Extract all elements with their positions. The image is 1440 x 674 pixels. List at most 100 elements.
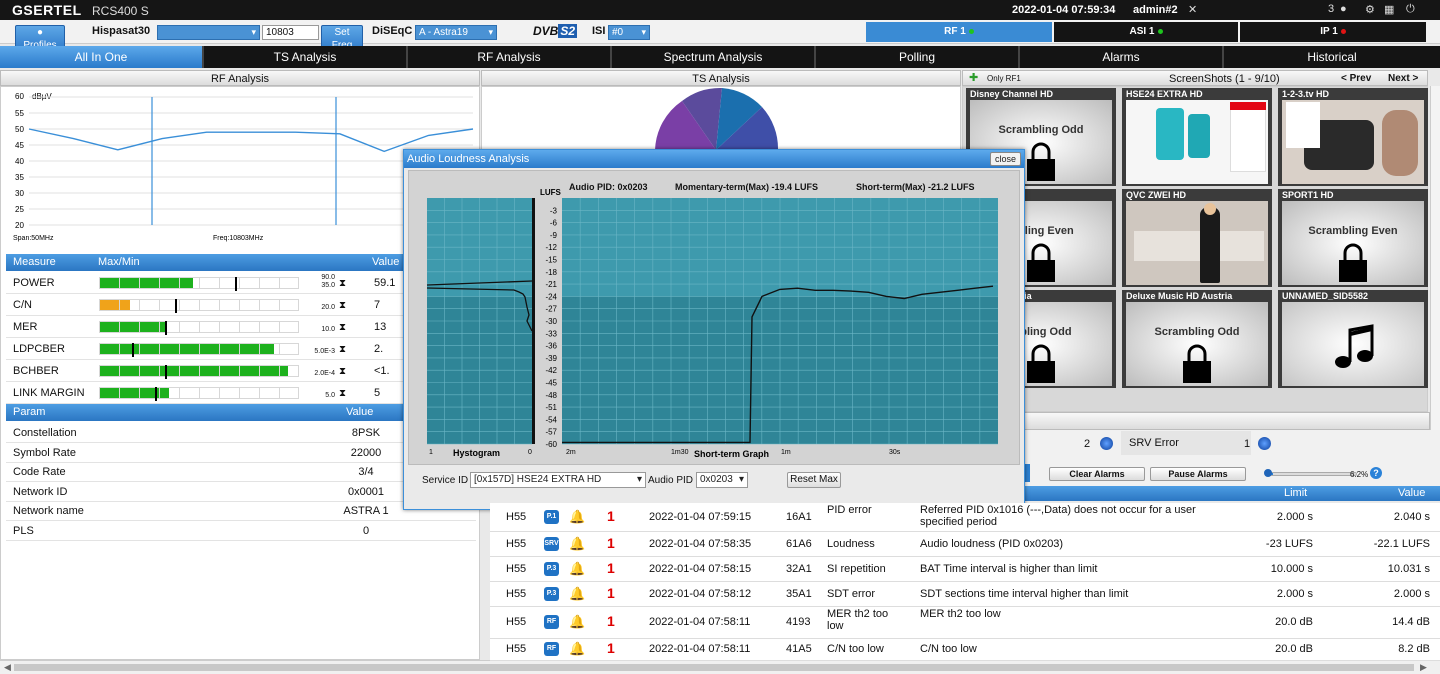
- alarm-progress-handle[interactable]: [1264, 469, 1272, 477]
- prev-link[interactable]: < Prev: [1341, 71, 1371, 87]
- rf-freq: Freq:10803MHz: [213, 235, 264, 242]
- clear-alarms-button[interactable]: Clear Alarms: [1049, 467, 1145, 481]
- reset-minmax-icon[interactable]: ⧗: [339, 295, 346, 316]
- tab-asi1-label: ASI 1: [1129, 26, 1155, 37]
- reset-minmax-icon[interactable]: ⧗: [339, 361, 346, 382]
- music-note-icon: [1335, 324, 1374, 368]
- meter-tick: [119, 322, 120, 332]
- param-name: Symbol Rate: [13, 446, 76, 459]
- chevron-down-icon: ▾: [636, 474, 642, 485]
- param-name: Network ID: [13, 485, 68, 498]
- tab-asi1[interactable]: ASI 1: [1054, 22, 1238, 42]
- alarm-type: SI repetition: [827, 563, 886, 575]
- screenshot-thumb[interactable]: 1-2-3.tv HD: [1278, 88, 1428, 186]
- tab-rf1[interactable]: RF 1: [866, 22, 1052, 42]
- diseqc-select[interactable]: A - Astra19: [415, 25, 497, 40]
- scroll-left-icon[interactable]: ◀: [4, 662, 11, 673]
- reset-minmax-icon[interactable]: ⧗: [339, 339, 346, 360]
- alarm-row[interactable]: H55 P.1 🔔 1 2022-01-04 07:59:15 16A1 PID error…: [490, 503, 1440, 532]
- meter-tick: [119, 366, 120, 376]
- only-rf-icon[interactable]: ✚: [969, 70, 978, 86]
- meter-tick: [139, 278, 140, 288]
- reset-minmax-icon[interactable]: ⧗: [339, 273, 346, 294]
- measure-name: LDPCBER: [13, 343, 65, 355]
- lufs-tick: -57: [545, 428, 557, 437]
- print-icon[interactable]: ▦: [1384, 3, 1394, 16]
- horizontal-scrollbar[interactable]: ◀ ▶: [0, 660, 1440, 674]
- screens-scrollbar[interactable]: [1430, 86, 1440, 441]
- hist-right-label: 0: [528, 449, 532, 456]
- param-header: Param Value: [6, 404, 408, 421]
- graph-x-label: 1m30: [671, 449, 689, 456]
- screenshot-thumb[interactable]: HSE24 EXTRA HD: [1122, 88, 1272, 186]
- tab-ip1[interactable]: IP 1: [1240, 22, 1426, 42]
- meter-tick: [239, 300, 240, 310]
- alarm-description: Referred PID 0x1016 (---,Data) does not …: [920, 504, 1196, 528]
- nav-all-in-one[interactable]: All In One: [0, 46, 204, 68]
- screenshot-thumb[interactable]: QVC ZWEI HD: [1122, 189, 1272, 287]
- screens-title-bar: ✚ Only RF1 ScreenShots (1 - 9/10) < Prev…: [962, 70, 1428, 86]
- nav-alarms[interactable]: Alarms: [1020, 46, 1224, 68]
- alarm-type: SDT error: [827, 588, 876, 600]
- scroll-thumb[interactable]: [14, 664, 1414, 671]
- user-icon[interactable]: ●: [1340, 3, 1347, 15]
- next-link[interactable]: Next >: [1388, 71, 1418, 87]
- alarm-limit: 2.000 s: [1276, 588, 1313, 600]
- service-id-select[interactable]: [0x157D] HSE24 EXTRA HD ▾: [470, 472, 646, 488]
- reset-minmax-icon[interactable]: ⧗: [339, 317, 346, 338]
- thumb-image: [1126, 100, 1268, 184]
- alarm-id: H55: [506, 643, 527, 655]
- alarm-badge: P.3: [544, 562, 559, 576]
- power-icon[interactable]: ⏻: [1406, 3, 1415, 16]
- nav-historical[interactable]: Historical: [1224, 46, 1440, 68]
- srv-error-label: SRV Error: [1129, 437, 1179, 449]
- alarm-row[interactable]: H55 P.3 🔔 1 2022-01-04 07:58:15 32A1 SI repeti…: [490, 557, 1440, 582]
- reset-minmax-icon[interactable]: ⧗: [339, 383, 346, 404]
- measure-max-marker: [165, 365, 168, 379]
- help-icon[interactable]: ?: [1370, 467, 1382, 479]
- meter-tick: [159, 366, 160, 376]
- current-user: admin#2: [1133, 4, 1178, 16]
- alarm-count: 1: [607, 613, 615, 629]
- isi-select[interactable]: #0: [608, 25, 650, 40]
- frequency-input[interactable]: 10803: [262, 25, 319, 40]
- nav-ts-analysis[interactable]: TS Analysis: [204, 46, 408, 68]
- lufs-tick: -9: [550, 231, 558, 240]
- nav-rf-analysis[interactable]: RF Analysis: [408, 46, 612, 68]
- lock-icon: [1339, 243, 1367, 282]
- alarm-description: SDT sections time interval higher than l…: [920, 588, 1129, 600]
- product-image: [1188, 114, 1210, 158]
- lufs-tick: -27: [545, 305, 557, 314]
- alarm-row[interactable]: H55 SRV 🔔 1 2022-01-04 07:58:35 61A6 Loudness A…: [490, 532, 1440, 557]
- meter-tick: [139, 388, 140, 398]
- alarm-row[interactable]: H55 P.3 🔔 1 2022-01-04 07:58:12 35A1 SDT error…: [490, 582, 1440, 607]
- top-header: GSERTEL RCS400 S 2022-01-04 07:59:34 adm…: [0, 0, 1440, 20]
- lufs-label: LUFS: [540, 188, 562, 197]
- graph-title: Short-term Graph: [694, 449, 769, 459]
- rf-y-tick: 35: [15, 173, 24, 182]
- scroll-right-icon[interactable]: ▶: [1420, 662, 1427, 673]
- reset-max-button[interactable]: Reset Max: [787, 472, 841, 488]
- nav-polling[interactable]: Polling: [816, 46, 1020, 68]
- meter-tick: [219, 278, 220, 288]
- meter-tick: [199, 300, 200, 310]
- audio-pid-select[interactable]: 0x0203 ▾: [696, 472, 748, 488]
- screenshot-thumb[interactable]: UNNAMED_SID5582: [1278, 290, 1428, 388]
- nav-spectrum-analysis[interactable]: Spectrum Analysis: [612, 46, 816, 68]
- screenshot-thumb[interactable]: SPORT1 HD Scrambling Even: [1278, 189, 1428, 287]
- logout-icon[interactable]: ✕: [1188, 3, 1197, 16]
- alarm-row[interactable]: H55 RF 🔔 1 2022-01-04 07:58:11 41A5 C/N too lo…: [490, 639, 1440, 661]
- presenter-head: [1204, 203, 1216, 215]
- meter-tick: [159, 300, 160, 310]
- alarm-code: 35A1: [786, 588, 812, 600]
- meter-tick: [219, 366, 220, 376]
- alarm-row[interactable]: H55 RF 🔔 1 2022-01-04 07:58:11 4193 MER th2 to…: [490, 607, 1440, 639]
- close-button[interactable]: close: [989, 152, 1021, 166]
- screenshot-thumb[interactable]: Deluxe Music HD Austria Scrambling Odd: [1122, 290, 1272, 388]
- thumb-title: Deluxe Music HD Austria: [1126, 291, 1233, 301]
- pause-alarms-button[interactable]: Pause Alarms: [1150, 467, 1246, 481]
- diseqc-label: DiSEqC: [372, 25, 413, 37]
- gear-icon[interactable]: ⚙: [1365, 3, 1375, 16]
- only-rf-label[interactable]: Only RF1: [987, 71, 1021, 87]
- satellite-select[interactable]: [157, 25, 260, 40]
